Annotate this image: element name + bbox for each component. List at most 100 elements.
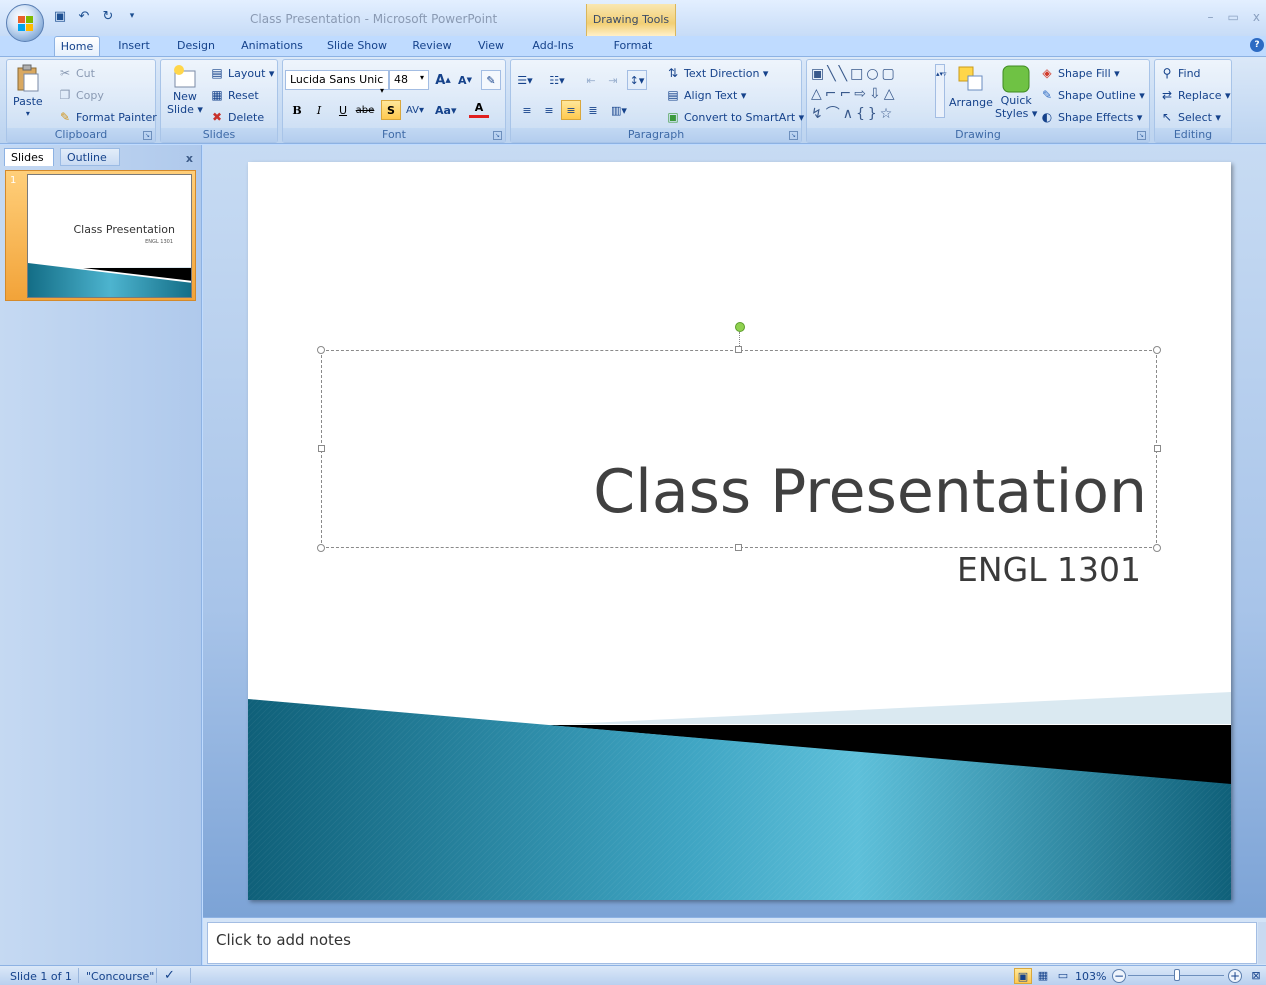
slide-title[interactable]: Class Presentation bbox=[593, 457, 1147, 527]
strikethrough-button[interactable]: abe bbox=[355, 100, 375, 120]
reset-button[interactable]: ▦ Reset bbox=[209, 87, 258, 103]
slide-sorter-view-icon[interactable]: ▦ bbox=[1034, 968, 1052, 984]
close-icon[interactable]: x bbox=[186, 152, 193, 165]
resize-handle-right[interactable] bbox=[1154, 445, 1161, 452]
spell-check-icon[interactable]: ✓ bbox=[164, 968, 175, 983]
delete-button[interactable]: ✖ Delete bbox=[209, 109, 264, 125]
paragraph-dialog-launcher-icon[interactable]: ↘ bbox=[789, 131, 798, 140]
font-color-button[interactable]: A bbox=[469, 100, 489, 118]
shrink-font-icon[interactable]: A ▼ bbox=[455, 70, 475, 90]
shape-fill-button[interactable]: ◈ Shape Fill ▾ bbox=[1039, 65, 1119, 81]
drawing-dialog-launcher-icon[interactable]: ↘ bbox=[1137, 131, 1146, 140]
notes-input[interactable]: Click to add notes bbox=[207, 922, 1257, 964]
clipboard-dialog-launcher-icon[interactable]: ↘ bbox=[143, 131, 152, 140]
copy-button[interactable]: ❐ Copy bbox=[57, 87, 104, 103]
numbering-icon[interactable]: ☷▾ bbox=[547, 70, 567, 90]
resize-handle-top-right[interactable] bbox=[1153, 346, 1161, 354]
arrange-button[interactable]: Arrange bbox=[949, 64, 993, 109]
zoom-slider-thumb[interactable] bbox=[1174, 969, 1180, 981]
tab-animations[interactable]: Animations bbox=[234, 36, 310, 56]
quick-styles-button[interactable]: Quick Styles ▾ bbox=[995, 64, 1037, 120]
shapes-scroll[interactable]: ▴▾▿ bbox=[935, 64, 947, 118]
align-center-icon[interactable]: ≡ bbox=[539, 100, 559, 120]
paste-dropdown-icon[interactable]: ▾ bbox=[26, 109, 30, 118]
tab-slides[interactable]: Slides bbox=[4, 148, 54, 166]
select-button[interactable]: ↖ Select ▾ bbox=[1159, 109, 1221, 125]
align-text-button[interactable]: ▤ Align Text ▾ bbox=[665, 87, 746, 103]
cut-button[interactable]: ✂ Cut bbox=[57, 65, 95, 81]
character-spacing-button[interactable]: AV ▾ bbox=[405, 100, 425, 120]
slide-thumbnail[interactable]: Class Presentation ENGL 1301 bbox=[27, 174, 192, 298]
underline-button[interactable]: U bbox=[333, 100, 353, 120]
convert-smartart-button[interactable]: ▣ Convert to SmartArt ▾ bbox=[665, 109, 804, 125]
customize-qat-icon[interactable]: ▾ bbox=[124, 8, 140, 24]
fit-to-window-icon[interactable]: ⊠ bbox=[1247, 968, 1265, 984]
layout-button[interactable]: ▤ Layout ▾ bbox=[209, 65, 274, 81]
justify-icon[interactable]: ≣ bbox=[583, 100, 603, 120]
quick-access-toolbar: ▣ ↶ ↻ ▾ bbox=[52, 8, 140, 24]
save-icon[interactable]: ▣ bbox=[52, 8, 68, 24]
font-group: Lucida Sans Unic ▾ 48 ▾ A ▲ A ▼ ✎ B I U abe … bbox=[282, 59, 506, 143]
bullets-icon[interactable]: ☰▾ bbox=[515, 70, 535, 90]
line-spacing-icon[interactable]: ↕▾ bbox=[627, 70, 647, 90]
change-case-button[interactable]: Aa ▾ bbox=[435, 100, 456, 120]
office-button[interactable] bbox=[6, 4, 44, 42]
tab-insert[interactable]: Insert bbox=[110, 36, 158, 56]
zoom-level[interactable]: 103% bbox=[1075, 970, 1106, 983]
zoom-out-button[interactable]: − bbox=[1112, 969, 1126, 983]
slide-show-view-icon[interactable]: ▭ bbox=[1054, 968, 1072, 984]
italic-button[interactable]: I bbox=[309, 100, 329, 120]
restore-button[interactable]: ▭ bbox=[1228, 10, 1239, 24]
shapes-gallery[interactable]: ▣╲╲□○▢ △⌐⌐⇨⇩△ ↯⌒∧{}☆ bbox=[811, 64, 945, 122]
shape-outline-button[interactable]: ✎ Shape Outline ▾ bbox=[1039, 87, 1145, 103]
tab-review[interactable]: Review bbox=[404, 36, 460, 56]
replace-button[interactable]: ⇄ Replace ▾ bbox=[1159, 87, 1231, 103]
tab-home[interactable]: Home bbox=[54, 36, 100, 56]
text-shadow-button[interactable]: S bbox=[381, 100, 401, 120]
rotation-handle[interactable] bbox=[735, 322, 745, 332]
shape-effects-button[interactable]: ◐ Shape Effects ▾ bbox=[1039, 109, 1143, 125]
find-button[interactable]: ⚲ Find bbox=[1159, 65, 1201, 81]
text-direction-label: Text Direction ▾ bbox=[684, 66, 769, 80]
clear-formatting-icon[interactable]: ✎ bbox=[481, 70, 501, 90]
new-slide-button[interactable]: New Slide ▾ bbox=[167, 64, 203, 116]
paste-button[interactable]: Paste ▾ bbox=[13, 64, 43, 118]
resize-handle-bottom[interactable] bbox=[735, 544, 742, 551]
increase-indent-icon[interactable]: ⇥ bbox=[603, 70, 623, 90]
tab-design[interactable]: Design bbox=[170, 36, 222, 56]
resize-handle-left[interactable] bbox=[318, 445, 325, 452]
font-name-dropdown[interactable]: Lucida Sans Unic ▾ bbox=[285, 70, 389, 95]
drawing-group: ▣╲╲□○▢ △⌐⌐⇨⇩△ ↯⌒∧{}☆ ▴▾▿ Arrange Quick S… bbox=[806, 59, 1150, 143]
grow-font-icon[interactable]: A ▲ bbox=[433, 70, 453, 90]
columns-icon[interactable]: ▥▾ bbox=[609, 100, 629, 120]
format-painter-button[interactable]: ✎ Format Painter bbox=[57, 109, 157, 125]
font-size-dropdown[interactable]: 48 ▾ bbox=[389, 70, 429, 90]
tab-slide-show[interactable]: Slide Show bbox=[322, 36, 392, 56]
slide-subtitle[interactable]: ENGL 1301 bbox=[957, 550, 1141, 589]
undo-icon[interactable]: ↶ bbox=[76, 8, 92, 24]
decrease-indent-icon[interactable]: ⇤ bbox=[581, 70, 601, 90]
tab-format[interactable]: Format bbox=[596, 36, 670, 56]
text-direction-button[interactable]: ⇅ Text Direction ▾ bbox=[665, 65, 769, 81]
font-dialog-launcher-icon[interactable]: ↘ bbox=[493, 131, 502, 140]
resize-handle-top-left[interactable] bbox=[317, 346, 325, 354]
resize-handle-bottom-right[interactable] bbox=[1153, 544, 1161, 552]
resize-handle-top[interactable] bbox=[735, 346, 742, 353]
bold-button[interactable]: B bbox=[287, 100, 307, 120]
help-icon[interactable]: ? bbox=[1250, 38, 1264, 52]
align-left-icon[interactable]: ≡ bbox=[517, 100, 537, 120]
tab-add-ins[interactable]: Add-Ins bbox=[524, 36, 582, 56]
notes-scrollbar[interactable] bbox=[1258, 922, 1266, 964]
paint-bucket-icon: ◈ bbox=[1042, 66, 1052, 80]
zoom-in-button[interactable]: + bbox=[1228, 969, 1242, 983]
tab-outline[interactable]: Outline bbox=[60, 148, 120, 166]
normal-view-icon[interactable]: ▣ bbox=[1014, 968, 1032, 984]
slide-canvas[interactable]: Class Presentation ENGL 1301 bbox=[248, 162, 1231, 900]
slide-thumbnail-selected[interactable]: 1 Class Presentation ENGL 1301 bbox=[5, 170, 196, 301]
close-button[interactable]: x bbox=[1253, 10, 1260, 24]
resize-handle-bottom-left[interactable] bbox=[317, 544, 325, 552]
minimize-button[interactable]: – bbox=[1208, 10, 1214, 24]
redo-icon[interactable]: ↻ bbox=[100, 8, 116, 24]
tab-view[interactable]: View bbox=[470, 36, 512, 56]
align-right-icon[interactable]: ≡ bbox=[561, 100, 581, 120]
